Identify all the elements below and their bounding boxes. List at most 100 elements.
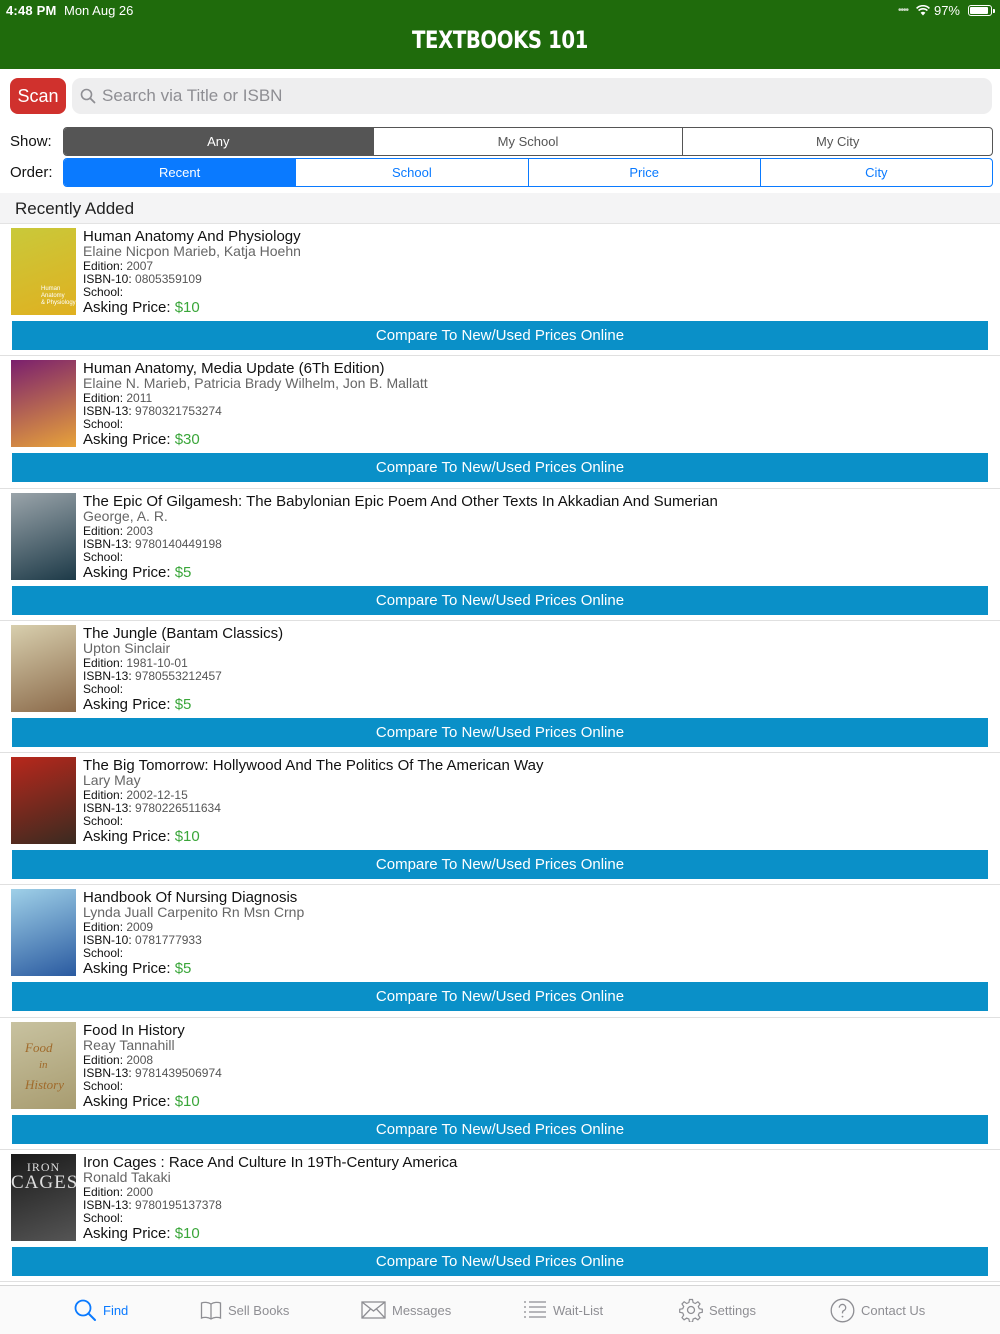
book-cover-image[interactable]: Food in History [11, 1021, 76, 1109]
book-cover-image[interactable]: Human Anatomy & Physiology [11, 228, 76, 315]
book-list-item[interactable]: The Big Tomorrow: Hollywood And The Poli… [0, 753, 1000, 886]
book-cover-image[interactable]: IRON CAGES [11, 1154, 76, 1242]
status-indicators: •••• 97% [897, 3, 995, 18]
book-isbn: ISBN-13: 9781439506974 [83, 1065, 222, 1080]
tab-label: Sell Books [228, 1302, 290, 1318]
order-label: Order: [10, 164, 53, 181]
tab-bar: Find Sell Books Messages Wait-List Setti… [0, 1285, 1000, 1334]
show-option-my-school[interactable]: My School [372, 128, 683, 155]
book-asking-price: Asking Price: $5 [83, 695, 192, 713]
tab-wait-list[interactable]: Wait-List [523, 1297, 603, 1323]
book-isbn: ISBN-10: 0781777933 [83, 933, 202, 948]
list-icon [524, 1301, 546, 1318]
book-school: School: [83, 417, 124, 432]
book-school: School: [83, 814, 124, 829]
tab-sell-books[interactable]: Sell Books [200, 1297, 289, 1323]
gear-icon [679, 1298, 703, 1322]
compare-prices-button[interactable]: Compare To New/Used Prices Online [12, 453, 988, 483]
show-option-any[interactable]: Any [64, 128, 373, 155]
order-option-price[interactable]: Price [527, 159, 760, 186]
book-school: School: [83, 1078, 124, 1093]
order-segmented-control: Recent School Price City [63, 158, 993, 187]
book-list-item[interactable]: The Epic Of Gilgamesh: The Babylonian Ep… [0, 489, 1000, 621]
cover-text: in [39, 1058, 48, 1071]
show-label: Show: [10, 133, 52, 150]
book-list-item[interactable]: The Jungle (Bantam Classics) Upton Sincla… [0, 621, 1000, 754]
compare-prices-button[interactable]: Compare To New/Used Prices Online [12, 717, 988, 747]
book-asking-price: Asking Price: $10 [83, 828, 200, 846]
book-cover-image[interactable] [11, 360, 76, 448]
scan-button[interactable]: Scan [10, 78, 66, 114]
cover-text: History [25, 1076, 64, 1092]
question-icon [830, 1298, 855, 1322]
book-school: School: [83, 549, 124, 564]
order-option-school[interactable]: School [295, 159, 527, 186]
book-title: The Epic Of Gilgamesh: The Babylonian Ep… [83, 492, 718, 510]
book-school: School: [83, 681, 124, 696]
book-author: Upton Sinclair [83, 639, 171, 656]
compare-prices-button[interactable]: Compare To New/Used Prices Online [12, 321, 988, 350]
wifi-icon [916, 5, 930, 16]
book-asking-price: Asking Price: $10 [83, 299, 200, 316]
signal-icon: •••• [897, 5, 909, 16]
app-title: TEXTBOOKS 101 [412, 26, 588, 54]
envelope-icon [361, 1301, 386, 1319]
compare-prices-button[interactable]: Compare To New/Used Prices Online [12, 1114, 988, 1144]
book-cover-image[interactable] [11, 757, 76, 845]
book-cover-image[interactable] [11, 889, 76, 977]
book-edition: Edition: 2003 [83, 523, 154, 538]
compare-prices-button[interactable]: Compare To New/Used Prices Online [12, 1247, 988, 1277]
compare-prices-button[interactable]: Compare To New/Used Prices Online [12, 850, 988, 880]
tab-label: Messages [392, 1302, 452, 1318]
search-bar[interactable] [72, 78, 992, 114]
compare-prices-button[interactable]: Compare To New/Used Prices Online [12, 585, 988, 615]
app-header: 4:48 PM Mon Aug 26 •••• 97% TEXTBOOKS 10… [0, 0, 1000, 69]
tab-contact-us[interactable]: Contact Us [830, 1297, 925, 1323]
book-isbn: ISBN-13: 9780226511634 [83, 801, 221, 816]
book-cover-image[interactable] [11, 624, 76, 712]
show-segmented-control: Any My School My City [63, 127, 993, 156]
book-edition: Edition: 2009 [83, 920, 154, 935]
book-author: Lary May [83, 772, 141, 789]
book-author: Elaine Nicpon Marieb, Katja Hoehn [83, 243, 301, 259]
book-asking-price: Asking Price: $5 [83, 960, 192, 978]
book-asking-price: Asking Price: $5 [83, 563, 192, 581]
compare-prices-button[interactable]: Compare To New/Used Prices Online [12, 982, 988, 1012]
book-asking-price: Asking Price: $30 [83, 431, 200, 449]
search-icon [80, 88, 96, 104]
book-title: The Big Tomorrow: Hollywood And The Poli… [83, 757, 544, 775]
book-school: School: [83, 946, 124, 961]
book-list-item[interactable]: Human Anatomy, Media Update (6Th Edition… [0, 356, 1000, 489]
book-list-item[interactable]: Food in History Food In History Reay Tannahi… [0, 1018, 1000, 1151]
book-edition: Edition: 2002-12-15 [83, 788, 188, 803]
book-edition: Edition: 2011 [83, 391, 153, 406]
order-option-recent[interactable]: Recent [64, 159, 296, 186]
tab-label: Contact Us [861, 1302, 926, 1318]
cover-text: Human Anatomy & Physiology [41, 286, 76, 306]
order-option-city[interactable]: City [759, 159, 992, 186]
book-asking-price: Asking Price: $10 [83, 1092, 200, 1110]
book-school: School: [83, 1211, 124, 1226]
show-option-my-city[interactable]: My City [682, 128, 992, 155]
book-cover-image[interactable] [11, 492, 76, 580]
tab-label: Find [103, 1302, 129, 1318]
battery-icon [968, 5, 995, 16]
book-list-item[interactable]: Human Anatomy & Physiology Human Anatomy An… [0, 224, 1000, 357]
book-list-item[interactable]: Handbook Of Nursing Diagnosis Lynda Juall… [0, 885, 1000, 1018]
search-icon [74, 1299, 96, 1321]
book-list: Human Anatomy & Physiology Human Anatomy An… [0, 224, 1000, 1283]
book-icon [200, 1301, 222, 1320]
book-school: School: [83, 285, 124, 299]
tab-settings[interactable]: Settings [679, 1297, 756, 1323]
tab-find[interactable]: Find [73, 1297, 128, 1323]
tab-messages[interactable]: Messages [361, 1297, 451, 1323]
book-isbn: ISBN-13: 9780195137378 [83, 1198, 222, 1213]
book-isbn: ISBN-10: 0805359109 [83, 272, 202, 286]
section-title: Recently Added [15, 199, 135, 218]
book-author: Elaine N. Marieb, Patricia Brady Wilhelm… [83, 375, 428, 392]
search-input[interactable] [102, 86, 962, 106]
book-list-item[interactable]: IRON CAGES Iron Cages : Race And Culture I… [0, 1150, 1000, 1283]
book-author: Ronald Takaki [83, 1169, 171, 1186]
book-author: Lynda Juall Carpenito Rn Msn Crnp [83, 904, 305, 921]
book-asking-price: Asking Price: $10 [83, 1225, 200, 1243]
